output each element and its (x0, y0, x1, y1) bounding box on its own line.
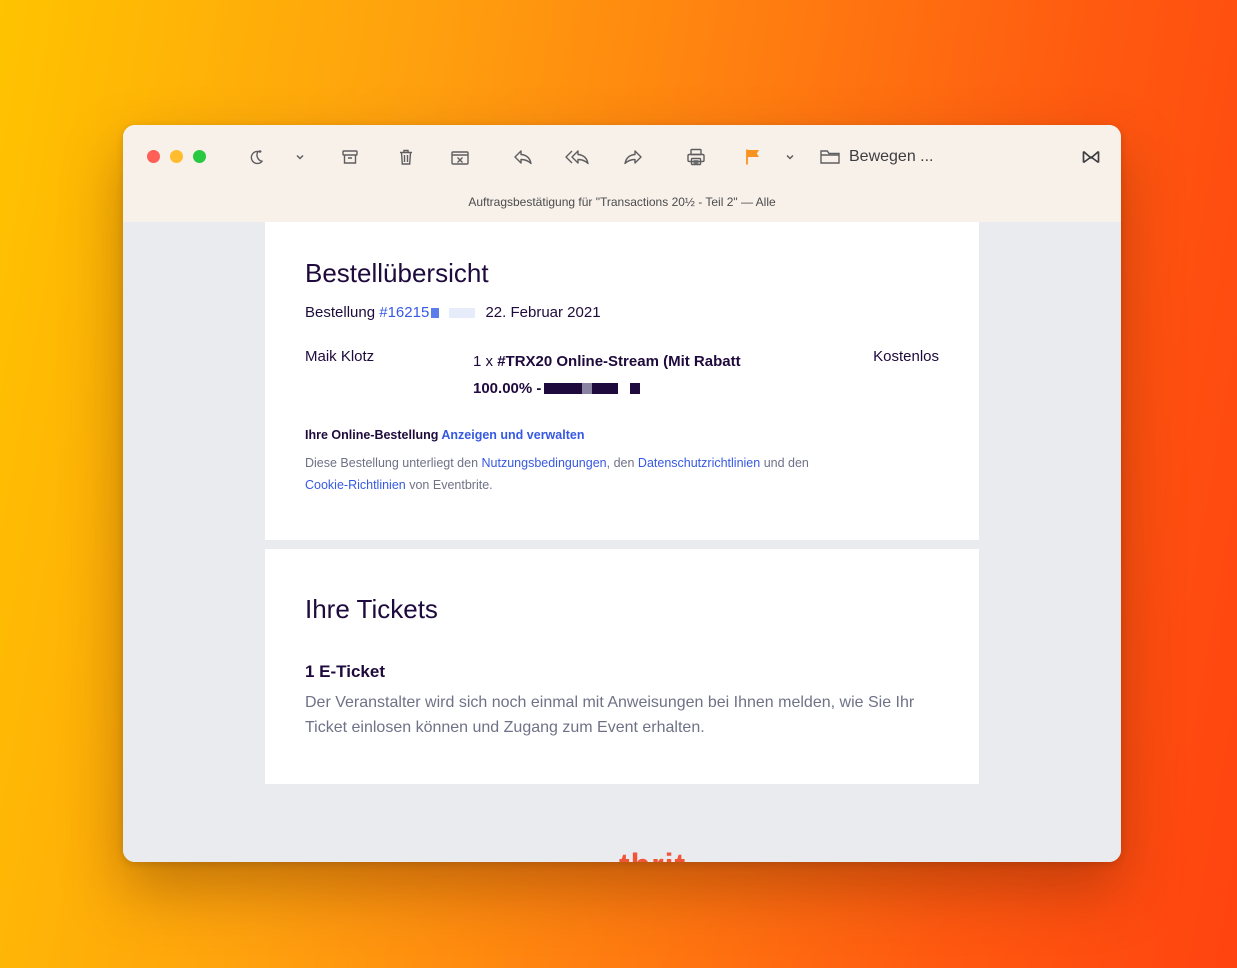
print-button[interactable] (683, 143, 709, 171)
archive-button[interactable] (337, 143, 363, 171)
chevron-down-icon (786, 154, 794, 160)
folder-icon (820, 150, 840, 164)
terms-text-1: Diese Bestellung unterliegt den (305, 456, 479, 470)
snooze-dropdown[interactable] (291, 143, 309, 171)
redaction-mark (431, 308, 440, 318)
order-summary-card: Bestellübersicht Bestellung #16215 22. F… (265, 222, 979, 540)
redaction-mark (544, 383, 583, 394)
flag-icon (746, 149, 759, 165)
eventbrite-logo-partial: tbrit (619, 847, 686, 862)
reply-button[interactable] (510, 143, 536, 171)
archive-box-icon (342, 150, 358, 164)
online-order-label: Ihre Online-Bestellung (305, 428, 439, 442)
online-order-line: Ihre Online-Bestellung Anzeigen und verw… (305, 428, 584, 442)
reply-all-button[interactable] (563, 143, 595, 171)
forward-icon (624, 150, 642, 165)
tickets-heading: Ihre Tickets (305, 594, 438, 624)
terms-text: Diese Bestellung unterliegt den Nutzungs… (305, 452, 905, 496)
junk-button[interactable] (447, 143, 473, 171)
tickets-card: Ihre Tickets 1 E-Ticket Der Veranstalter… (265, 549, 979, 784)
item-quantity: 1 x (473, 353, 494, 370)
order-label: Bestellung (305, 304, 376, 321)
delete-button[interactable] (393, 143, 419, 171)
manage-order-link[interactable]: Anzeigen und verwalten (441, 428, 584, 442)
minimize-window-button[interactable] (170, 150, 183, 163)
mail-window: Bewegen ... Auftragsbestätigung für "Tra… (123, 125, 1121, 862)
redaction-mark (582, 383, 593, 394)
window-subject-title: Auftragsbestätigung für "Transactions 20… (468, 195, 776, 209)
junk-box-icon (451, 151, 469, 165)
message-body[interactable]: Bestellübersicht Bestellung #16215 22. F… (123, 222, 1121, 862)
move-button-label: Bewegen ... (849, 148, 934, 165)
terms-text-3: und den (763, 456, 809, 470)
terms-text-2: , den (606, 456, 635, 470)
reply-all-icon (565, 150, 589, 165)
close-window-button[interactable] (147, 150, 160, 163)
order-summary-heading: Bestellübersicht (305, 258, 489, 288)
chevron-down-icon (296, 154, 304, 160)
terms-text-4: von Eventbrite. (409, 478, 493, 492)
moon-icon (250, 150, 264, 165)
flag-dropdown[interactable] (781, 143, 799, 171)
move-button[interactable]: Bewegen ... (819, 143, 949, 171)
attendee-name: Maik Klotz (305, 348, 375, 365)
terms-of-use-link[interactable]: Nutzungsbedingungen (482, 456, 607, 470)
order-date: 22. Februar 2021 (485, 304, 601, 321)
cookie-policy-link[interactable]: Cookie-Richtlinien (305, 478, 406, 492)
toolbar: Bewegen ... Auftragsbestätigung für "Tra… (123, 125, 1121, 223)
order-number-link[interactable]: #16215 (379, 304, 429, 321)
redaction-mark (592, 383, 619, 394)
ticket-note: Der Veranstalter wird sich noch einmal m… (305, 694, 915, 736)
flag-button[interactable] (741, 143, 765, 171)
reply-icon (514, 150, 532, 165)
printer-icon (687, 148, 705, 166)
privacy-policy-link[interactable]: Datenschutzrichtlinien (638, 456, 760, 470)
snooze-button[interactable] (243, 143, 269, 171)
item-price: Kostenlos (873, 348, 939, 365)
order-item: 1 x #TRX20 Online-Stream (Mit Rabatt 100… (473, 348, 803, 402)
mailbutler-button[interactable] (1079, 143, 1103, 171)
zoom-window-button[interactable] (193, 150, 206, 163)
trash-icon (400, 149, 412, 165)
order-line: Bestellung #16215 22. Februar 2021 (305, 304, 601, 321)
redaction-mark (630, 383, 641, 394)
forward-button[interactable] (620, 143, 646, 171)
ticket-count: 1 E-Ticket (305, 662, 386, 681)
redaction-mark (449, 308, 476, 318)
mailbutler-icon (1082, 150, 1100, 164)
